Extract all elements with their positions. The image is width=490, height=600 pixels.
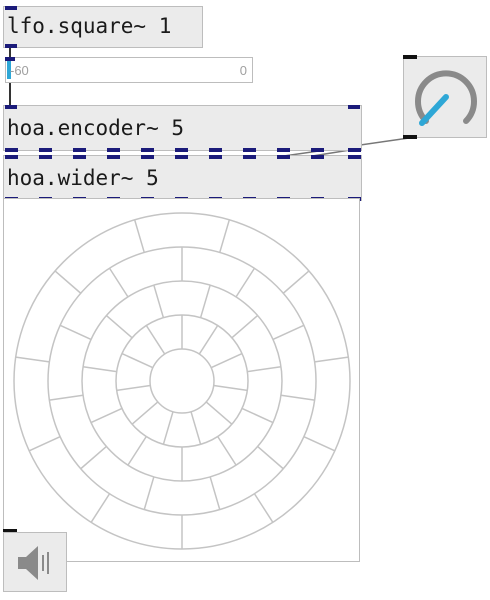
meter-segment-divider — [127, 436, 147, 466]
inlet[interactable] — [5, 57, 15, 61]
meter-segment-divider — [280, 394, 315, 401]
meter-segment-divider — [145, 325, 166, 355]
meter-segment-divider — [121, 352, 154, 369]
meter-segment-divider — [28, 435, 61, 452]
speaker-button[interactable] — [3, 532, 67, 592]
meter-segment-divider — [108, 267, 129, 298]
min-label: -60 — [10, 63, 29, 78]
dial-icon — [415, 70, 477, 126]
meter-ring — [149, 348, 215, 414]
meter-segment-divider — [116, 384, 151, 392]
object-text: hoa.wider~ 5 — [7, 166, 159, 190]
meter-segment-divider — [247, 366, 282, 373]
meter-segment-divider — [162, 411, 174, 445]
dial[interactable] — [403, 56, 487, 138]
meter-segment-divider — [219, 219, 231, 253]
inlet[interactable] — [5, 105, 17, 109]
meter-segment-divider — [105, 314, 133, 339]
inlet[interactable] — [403, 55, 417, 59]
hoa-meter-circles — [13, 212, 351, 550]
meter-segment-divider — [131, 401, 159, 425]
outlet[interactable] — [403, 135, 417, 139]
meter-segment-divider — [90, 407, 123, 424]
meter-segment-divider — [209, 476, 221, 510]
meter-segment-divider — [303, 435, 336, 452]
hoa-wider-object[interactable]: hoa.wider~ 5 — [3, 155, 362, 201]
meter-segment-divider — [80, 445, 107, 470]
meter-segment-divider — [199, 284, 211, 318]
inlet[interactable] — [348, 105, 360, 109]
meter-segment-divider — [217, 436, 237, 466]
inlet[interactable] — [5, 6, 17, 10]
meter-segment-divider — [143, 476, 155, 510]
max-label: 0 — [239, 63, 247, 78]
meter-segment-divider — [153, 284, 165, 318]
meter-segment-divider — [257, 445, 284, 470]
meter-segment-divider — [272, 324, 305, 341]
meter-segment-divider — [282, 270, 310, 294]
meter-segment-divider — [210, 352, 243, 369]
meter-segment-divider — [190, 411, 202, 445]
encoder-outlets[interactable] — [3, 148, 363, 152]
outlet[interactable] — [5, 44, 17, 48]
wider-inlets[interactable] — [3, 155, 363, 159]
meter-segment-divider — [90, 493, 111, 523]
meter-segment-divider — [198, 325, 219, 355]
meter-segment-divider — [82, 366, 117, 373]
object-text: lfo.square~ 1 — [7, 14, 172, 38]
gain-number-box[interactable]: -60 0 — [5, 57, 253, 83]
hoa-encoder-object[interactable]: hoa.encoder~ 5 — [3, 105, 362, 151]
meter-segment-divider — [15, 356, 50, 363]
lfo-square-object[interactable]: lfo.square~ 1 — [3, 6, 203, 48]
speaker-icon — [18, 546, 49, 580]
meter-segment-divider — [49, 394, 84, 401]
meter-segment-divider — [205, 401, 233, 425]
meter-segment-divider — [59, 324, 92, 341]
meter-segment-divider — [213, 384, 248, 392]
object-text: hoa.encoder~ 5 — [7, 116, 185, 140]
meter-segment-divider — [253, 493, 274, 523]
hoa-meter[interactable] — [3, 198, 360, 562]
meter-segment-divider — [314, 356, 349, 363]
meter-segment-divider — [241, 407, 274, 424]
meter-segment-divider — [231, 314, 259, 339]
meter-segment-divider — [133, 219, 145, 253]
meter-segment-divider — [54, 270, 82, 294]
meter-segment-divider — [235, 267, 256, 298]
